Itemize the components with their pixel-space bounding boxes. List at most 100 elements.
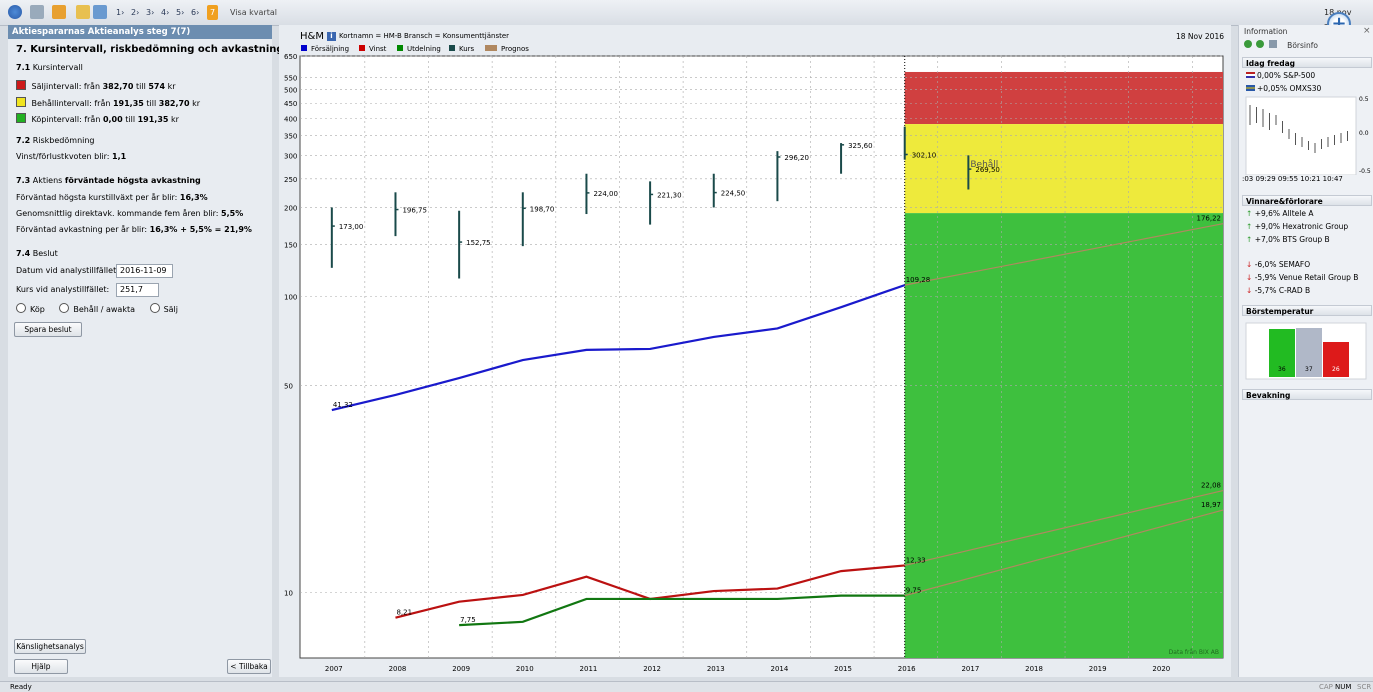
section-7-2: 7.2 Riskbedömning	[16, 136, 95, 145]
y-tick-label: 50	[284, 383, 293, 391]
buy-from: 0,00	[102, 115, 123, 124]
step-2-button[interactable]: 2›	[131, 5, 139, 20]
data-source: Data från BIX AB	[1169, 649, 1219, 656]
borsinfo-tab[interactable]: Börsinfo	[1287, 41, 1318, 50]
arrow-up-icon: ↑	[1246, 222, 1253, 231]
panel-header: Aktiespararnas Aktieanalys steg 7(7)	[8, 25, 272, 39]
temperature-header[interactable]: Börstemperatur	[1242, 305, 1372, 316]
loser-text: -5,7% C-RAD B	[1254, 286, 1311, 295]
back-button[interactable]: < Tillbaka	[227, 659, 271, 674]
globe-icon[interactable]	[8, 5, 22, 19]
loser-item[interactable]: ↓ -5,9% Venue Retail Group B	[1246, 273, 1358, 282]
price-label: 224,50	[721, 190, 746, 198]
winners-header-label: Vinnare&förlorare	[1246, 197, 1323, 206]
sell-from: 382,70	[102, 82, 134, 91]
temperature-header-label: Börstemperatur	[1246, 307, 1314, 316]
step-4-button[interactable]: 4›	[161, 5, 169, 20]
growth-label: Förväntad högsta kurstillväxt per år bli…	[16, 193, 178, 202]
sell-to-word: till	[135, 82, 146, 91]
hold-to: 382,70	[158, 99, 190, 108]
sensitivity-analysis-button[interactable]: Känslighetsanalys	[14, 639, 86, 654]
winner-item[interactable]: ↑ +9,6% Alltele A	[1246, 209, 1313, 218]
price-label: 196,75	[402, 207, 427, 215]
back-icon[interactable]	[1244, 40, 1252, 48]
buy-to-word: till	[125, 115, 136, 124]
radio-circle-icon	[59, 303, 70, 313]
yield-value: 5,5%	[221, 209, 244, 218]
radio-sell[interactable]: Sälj	[149, 303, 178, 314]
price-label: 152,75	[466, 239, 491, 247]
step-1-button[interactable]: 1›	[116, 5, 124, 20]
step-3-button[interactable]: 3›	[146, 5, 154, 20]
se-flag-icon	[1246, 85, 1255, 91]
show-quarter-button[interactable]: Visa kvartal	[230, 5, 277, 20]
step-6-button[interactable]: 6›	[191, 5, 199, 20]
analysis-date-field[interactable]: 2016-11-09	[116, 264, 173, 278]
radio-circle-icon	[149, 303, 160, 313]
watch-header[interactable]: Bevakning	[1242, 389, 1372, 400]
x-tick-label: 2009	[452, 665, 470, 673]
arrow-down-icon: ↓	[1246, 260, 1253, 269]
y-tick-label: 400	[284, 115, 297, 123]
y-tick-label: 150	[284, 241, 297, 249]
series-label: 109,28	[906, 276, 931, 284]
index-omxs30-value: +0,05% OMXS30	[1257, 84, 1322, 93]
series-label: 9,75	[906, 587, 922, 595]
section-bold: förväntade högsta avkastning	[64, 176, 201, 185]
step-7-button[interactable]: 7	[207, 5, 219, 20]
loser-item[interactable]: ↓ -5,7% C-RAD B	[1246, 286, 1310, 295]
forecast-label: 18,97	[1201, 501, 1221, 509]
zone-behåll	[904, 124, 1223, 214]
loser-item[interactable]: ↓ -6,0% SEMAFO	[1246, 260, 1310, 269]
step-5-button[interactable]: 5›	[176, 5, 184, 20]
section-number: 7.1	[16, 63, 31, 72]
winner-text: +7,0% BTS Group B	[1254, 235, 1330, 244]
today-header[interactable]: Idag fredag	[1242, 57, 1372, 68]
forecast-label: 22,08	[1201, 482, 1221, 490]
analysis-price-field[interactable]: 251,7	[116, 283, 159, 297]
analysis-panel: Aktiespararnas Aktieanalys steg 7(7) 7. …	[8, 25, 284, 677]
x-tick-label: 2007	[325, 665, 343, 673]
y-tick-label: 250	[284, 176, 297, 184]
forward-icon[interactable]	[1256, 40, 1265, 48]
x-tick-label: 2019	[1089, 665, 1107, 673]
radio-hold[interactable]: Behåll / awakta	[59, 303, 135, 314]
help-button[interactable]: Hjälp	[14, 659, 68, 674]
hold-unit: kr	[192, 99, 201, 108]
sell-interval: Säljintervall: från 382,70 till 574 kr	[16, 80, 176, 91]
radio-circle-icon	[16, 303, 26, 313]
save-decision-button[interactable]: Spara beslut	[14, 322, 82, 337]
arrow-up-icon: ↑	[1246, 235, 1253, 244]
folder-icon[interactable]	[76, 5, 90, 19]
close-icon[interactable]: ×	[1363, 26, 1371, 36]
risk-label: Vinst/förlustkvoten blir:	[16, 152, 110, 161]
return-label: Förväntad avkastning per år blir:	[16, 225, 148, 234]
table-icon[interactable]	[52, 5, 66, 19]
growth-value: 16,3%	[179, 193, 208, 202]
sell-unit: kr	[167, 82, 176, 91]
info-title: Information	[1244, 27, 1288, 36]
buy-swatch	[16, 113, 26, 123]
y-tick-label: 300	[284, 152, 297, 160]
hold-to-word: till	[146, 99, 157, 108]
index-sparkline: 0.5 0.0 -0.5	[1245, 96, 1371, 175]
loser-text: -5,9% Venue Retail Group B	[1254, 273, 1359, 282]
temp-label: 26	[1332, 366, 1340, 373]
section-label: Riskbedömning	[32, 136, 95, 145]
settings-icon[interactable]	[1268, 40, 1277, 48]
arrow-up-icon: ↑	[1246, 209, 1253, 218]
winners-header[interactable]: Vinnare&förlorare	[1242, 195, 1372, 206]
winner-item[interactable]: ↑ +7,0% BTS Group B	[1246, 235, 1330, 244]
zone-köp	[904, 213, 1223, 658]
series-label: 8,21	[396, 609, 412, 617]
zone-sälj	[904, 71, 1223, 125]
wrench-icon[interactable]	[30, 5, 44, 19]
document-icon[interactable]	[93, 5, 107, 19]
section-label: Beslut	[32, 249, 58, 258]
radio-buy[interactable]: Köp	[16, 303, 45, 314]
temperature-chart: 36 37 26	[1245, 322, 1367, 380]
section-7-3: 7.3 Aktiens förväntade högsta avkastning	[16, 176, 201, 185]
sell-swatch	[16, 80, 26, 90]
winner-item[interactable]: ↑ +9,0% Hexatronic Group	[1246, 222, 1348, 231]
x-tick-label: 2013	[707, 665, 725, 673]
